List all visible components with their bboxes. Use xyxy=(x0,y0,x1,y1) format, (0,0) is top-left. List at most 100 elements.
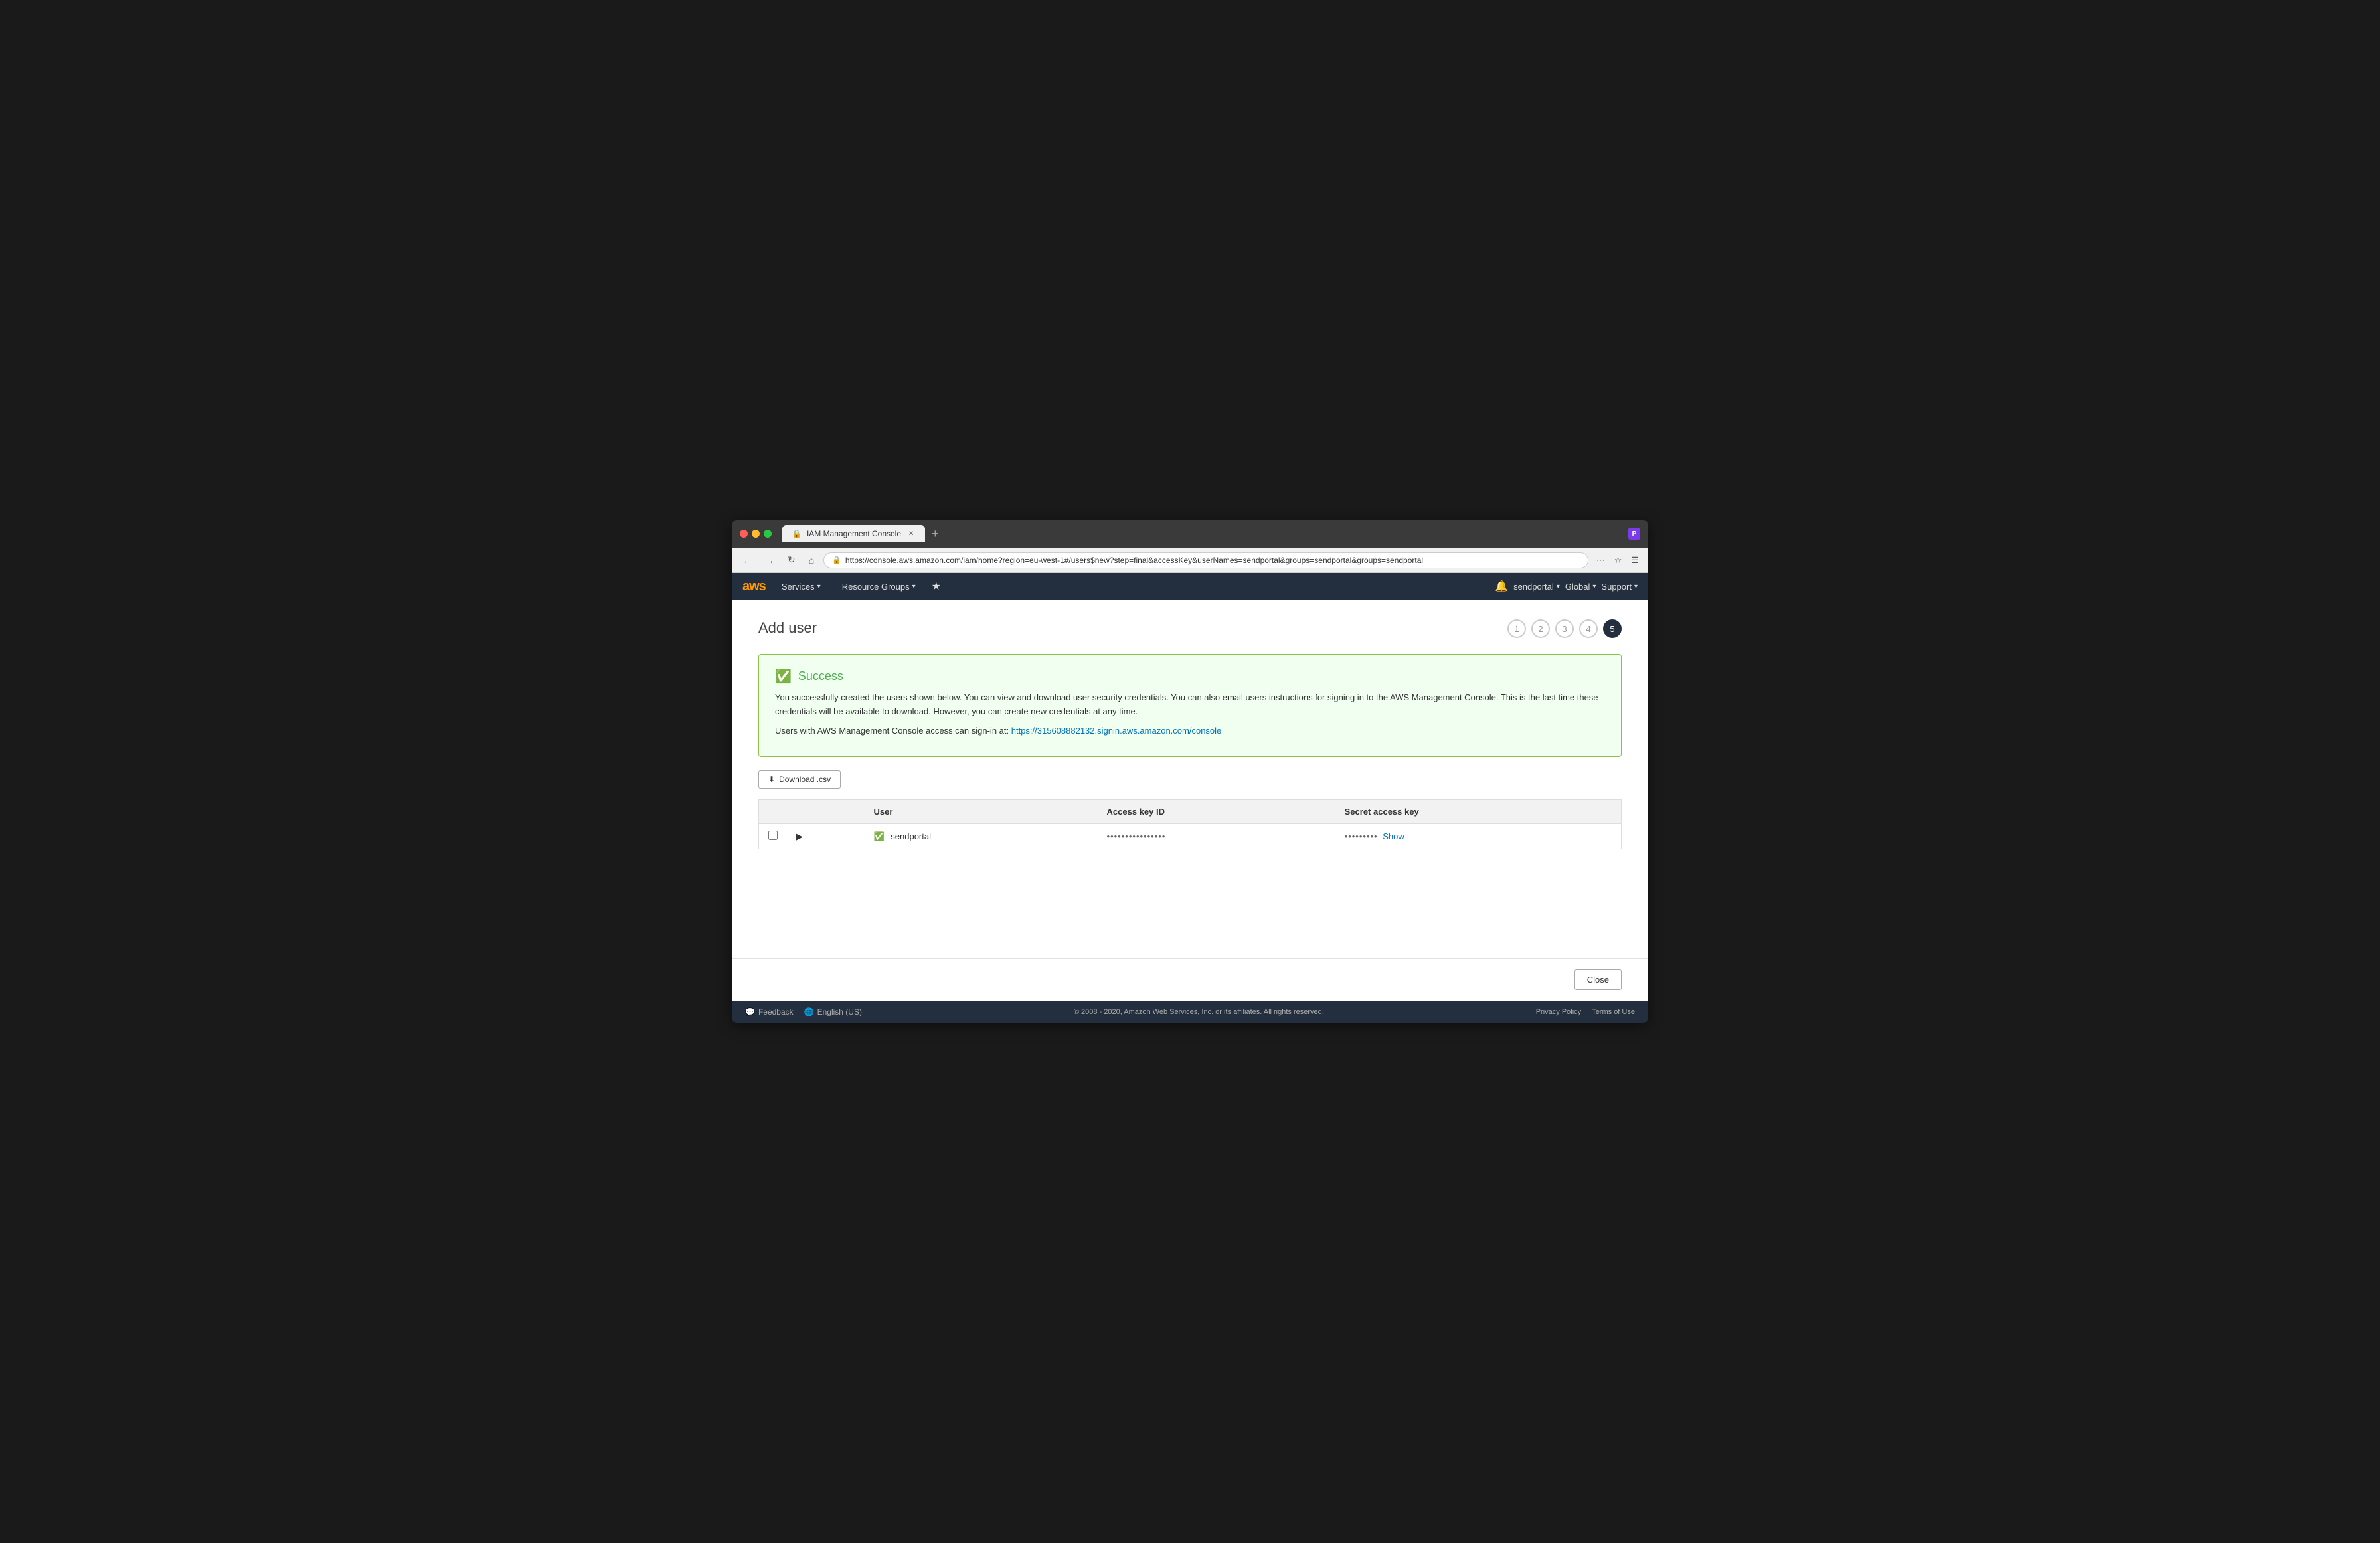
row-secret-key-cell: ••••••••• Show xyxy=(1335,824,1622,849)
success-check-icon: ✅ xyxy=(775,668,792,685)
services-label: Services xyxy=(782,582,815,592)
tab-close-button[interactable]: ✕ xyxy=(906,529,916,538)
region-menu[interactable]: Global ▾ xyxy=(1565,582,1596,592)
new-tab-button[interactable]: + xyxy=(928,526,943,542)
table-header-secret-access-key: Secret access key xyxy=(1335,800,1622,824)
download-btn-label: Download .csv xyxy=(779,775,831,784)
resource-groups-nav-item[interactable]: Resource Groups ▾ xyxy=(837,579,921,594)
support-menu[interactable]: Support ▾ xyxy=(1601,582,1638,592)
signin-link[interactable]: https://315608882132.signin.aws.amazon.c… xyxy=(1011,726,1222,736)
support-chevron-icon: ▾ xyxy=(1634,583,1638,590)
user-menu[interactable]: sendportal ▾ xyxy=(1513,582,1560,592)
browser-tab[interactable]: 🔒 IAM Management Console ✕ xyxy=(782,525,925,542)
extensions-button[interactable]: ⋯ xyxy=(1594,552,1608,568)
back-button[interactable]: ← xyxy=(738,552,756,568)
user-label: sendportal xyxy=(1513,582,1554,592)
region-label: Global xyxy=(1565,582,1590,592)
success-header: ✅ Success xyxy=(775,668,1605,685)
row-checkbox-cell xyxy=(759,824,788,849)
tab-title: IAM Management Console xyxy=(807,529,901,538)
page-header: Add user 1 2 3 4 5 xyxy=(758,619,1622,638)
footer-left: 💬 Feedback 🌐 English (US) xyxy=(745,1007,862,1016)
address-bar[interactable]: 🔒 xyxy=(823,552,1588,568)
tab-favicon: 🔒 xyxy=(792,529,802,538)
maximize-traffic-light[interactable] xyxy=(764,530,772,538)
download-csv-button[interactable]: ⬇ Download .csv xyxy=(758,770,841,789)
page-title: Add user xyxy=(758,619,817,637)
resource-groups-label: Resource Groups xyxy=(842,582,910,592)
browser-window: 🔒 IAM Management Console ✕ + P ← → ↻ ⌂ 🔒… xyxy=(732,520,1648,1023)
table-header-row: User Access key ID Secret access key xyxy=(759,800,1622,824)
aws-logo-text: aws xyxy=(742,580,766,593)
resource-groups-chevron-icon: ▾ xyxy=(912,583,916,590)
security-lock-icon: 🔒 xyxy=(832,556,841,564)
row-user-cell: ✅ sendportal xyxy=(864,824,1097,849)
toolbar-actions: ⋯ ☆ ☰ xyxy=(1594,552,1642,568)
close-traffic-light[interactable] xyxy=(740,530,748,538)
nav-right-section: 🔔 sendportal ▾ Global ▾ Support ▾ xyxy=(1495,580,1638,593)
extension-icon[interactable]: P xyxy=(1628,528,1640,540)
home-button[interactable]: ⌂ xyxy=(805,552,818,568)
feedback-label: Feedback xyxy=(758,1007,794,1016)
success-description: You successfully created the users shown… xyxy=(775,691,1605,719)
feedback-link[interactable]: 💬 Feedback xyxy=(745,1007,794,1016)
main-content: Add user 1 2 3 4 5 xyxy=(732,600,1648,958)
forward-button[interactable]: → xyxy=(761,552,778,568)
row-username: sendportal xyxy=(891,831,931,841)
row-success-icon: ✅ xyxy=(873,831,884,841)
more-button[interactable]: ☰ xyxy=(1628,552,1642,568)
language-icon: 🌐 xyxy=(804,1007,814,1016)
table-row: ▶ ✅ sendportal •••••••••••••••• ••••••••… xyxy=(759,824,1622,849)
minimize-traffic-light[interactable] xyxy=(752,530,760,538)
region-chevron-icon: ▾ xyxy=(1592,583,1596,590)
notifications-bell-icon[interactable]: 🔔 xyxy=(1495,580,1508,593)
step-1: 1 xyxy=(1507,619,1526,638)
table-header-expand-col xyxy=(787,800,864,824)
row-checkbox[interactable] xyxy=(768,831,778,840)
step-indicator: 1 2 3 4 5 xyxy=(1507,619,1622,638)
row-access-key-id-masked: •••••••••••••••• xyxy=(1107,831,1166,841)
show-secret-link[interactable]: Show xyxy=(1383,831,1404,841)
user-table: User Access key ID Secret access key ▶ ✅… xyxy=(758,799,1622,849)
footer-copyright: © 2008 - 2020, Amazon Web Services, Inc.… xyxy=(1074,1008,1324,1016)
browser-titlebar: 🔒 IAM Management Console ✕ + P xyxy=(732,520,1648,548)
language-link[interactable]: 🌐 English (US) xyxy=(804,1007,862,1016)
table-header-user: User xyxy=(864,800,1097,824)
aws-navbar: aws Services ▾ Resource Groups ▾ ★ 🔔 sen… xyxy=(732,573,1648,600)
traffic-lights xyxy=(740,530,772,538)
services-nav-item[interactable]: Services ▾ xyxy=(776,579,826,594)
user-chevron-icon: ▾ xyxy=(1557,583,1560,590)
table-header-checkbox-col xyxy=(759,800,788,824)
signin-label: Users with AWS Management Console access… xyxy=(775,726,1011,736)
url-input[interactable] xyxy=(845,556,1580,565)
success-signin-text: Users with AWS Management Console access… xyxy=(775,724,1605,738)
favorites-star-icon[interactable]: ★ xyxy=(932,580,941,593)
bookmark-button[interactable]: ☆ xyxy=(1612,552,1625,568)
step-4: 4 xyxy=(1579,619,1598,638)
success-banner: ✅ Success You successfully created the u… xyxy=(758,654,1622,757)
browser-toolbar: ← → ↻ ⌂ 🔒 ⋯ ☆ ☰ xyxy=(732,548,1648,573)
language-label: English (US) xyxy=(817,1007,862,1016)
footer-right: Privacy Policy Terms of Use xyxy=(1536,1008,1635,1016)
row-access-key-id-cell: •••••••••••••••• xyxy=(1098,824,1335,849)
terms-of-use-link[interactable]: Terms of Use xyxy=(1592,1008,1635,1016)
step-2: 2 xyxy=(1531,619,1550,638)
privacy-policy-link[interactable]: Privacy Policy xyxy=(1536,1008,1581,1016)
step-5: 5 xyxy=(1603,619,1622,638)
tab-bar: 🔒 IAM Management Console ✕ + xyxy=(782,525,1623,542)
support-label: Support xyxy=(1601,582,1632,592)
aws-logo[interactable]: aws xyxy=(742,580,766,593)
download-icon: ⬇ xyxy=(768,775,775,784)
aws-footer: 💬 Feedback 🌐 English (US) © 2008 - 2020,… xyxy=(732,1001,1648,1023)
feedback-icon: 💬 xyxy=(745,1007,755,1016)
content-footer: Close xyxy=(732,958,1648,1001)
success-title: Success xyxy=(798,669,843,683)
step-3: 3 xyxy=(1555,619,1574,638)
page-wrapper: 🔒 IAM Management Console ✕ + P ← → ↻ ⌂ 🔒… xyxy=(0,0,2380,1543)
table-header-access-key-id: Access key ID xyxy=(1098,800,1335,824)
services-chevron-icon: ▾ xyxy=(817,583,821,590)
reload-button[interactable]: ↻ xyxy=(784,552,800,568)
close-button[interactable]: Close xyxy=(1574,969,1622,990)
row-secret-key-masked: ••••••••• xyxy=(1345,831,1378,841)
row-expand-button[interactable]: ▶ xyxy=(787,824,864,849)
